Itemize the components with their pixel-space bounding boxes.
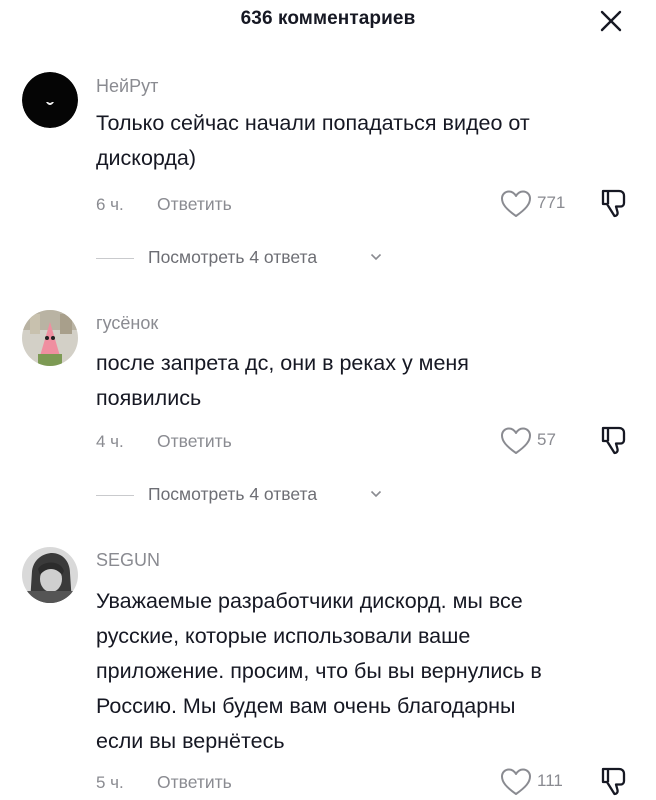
comment-time: 5 ч. [96, 773, 124, 792]
like-count: 111 [537, 771, 563, 790]
comment-username[interactable]: SEGUN [96, 550, 160, 571]
chevron-down-icon [370, 253, 382, 261]
avatar[interactable] [22, 547, 78, 603]
comment-text: после запрета дс, они в реках у меня поя… [96, 346, 626, 416]
dislike-button[interactable] [598, 765, 630, 797]
comment-text-line: Уважаемые разработчики дискорд. мы все [96, 589, 523, 613]
comment-text-line: после запрета дс, они в реках у меня [96, 351, 469, 375]
avatar-image [22, 310, 78, 366]
thumbs-down-icon [601, 767, 626, 796]
view-replies-label: Посмотреть 4 ответа [148, 247, 318, 267]
thumbs-down-icon [601, 426, 626, 455]
thumbs-down-icon [601, 189, 626, 218]
comments-count-title: 636 комментариев [240, 8, 416, 29]
avatar-image [22, 72, 78, 128]
comment-text: Только сейчас начали попадаться видео от… [96, 106, 626, 176]
reply-button[interactable]: Ответить [157, 431, 232, 452]
chevron-down-icon [370, 490, 382, 498]
comment-time: 4 ч. [96, 432, 124, 451]
comment-text-line: появились [96, 386, 202, 410]
comments-sheet: 636 комментариев НейРут Только сейчас на… [0, 0, 656, 800]
comment-text-line: Россию. Мы будем вам очень благодарны [96, 694, 516, 718]
heart-icon [501, 768, 531, 795]
close-icon [600, 10, 622, 32]
like-count: 57 [537, 430, 556, 449]
dislike-button[interactable] [598, 187, 630, 219]
close-button[interactable] [596, 6, 626, 36]
comment-text-line: если вы вернётесь [96, 729, 285, 753]
replies-divider [96, 258, 134, 259]
comment-text-line: дискорда) [96, 146, 197, 170]
comment-text-line: Только сейчас начали попадаться видео от [96, 111, 530, 135]
reply-button[interactable]: Ответить [157, 772, 232, 793]
avatar[interactable] [22, 72, 78, 128]
heart-icon [501, 190, 531, 217]
heart-icon [501, 427, 531, 454]
replies-divider [96, 495, 134, 496]
comments-header: 636 комментариев [0, 0, 656, 40]
comment-time: 6 ч. [96, 195, 124, 214]
dislike-button[interactable] [598, 424, 630, 456]
comment-text: Уважаемые разработчики дискорд. мы все р… [96, 584, 626, 759]
view-replies-label: Посмотреть 4 ответа [148, 484, 318, 504]
comment-text-line: русские, которые использовали ваше [96, 624, 471, 648]
avatar-image [22, 547, 78, 603]
comment-text-line: приложение. просим, что бы вы вернулись … [96, 659, 542, 683]
comment-username[interactable]: НейРут [96, 76, 158, 97]
reply-button[interactable]: Ответить [157, 194, 232, 215]
comment-username[interactable]: гусёнок [96, 313, 158, 334]
like-count: 771 [537, 193, 566, 212]
avatar[interactable] [22, 310, 78, 366]
